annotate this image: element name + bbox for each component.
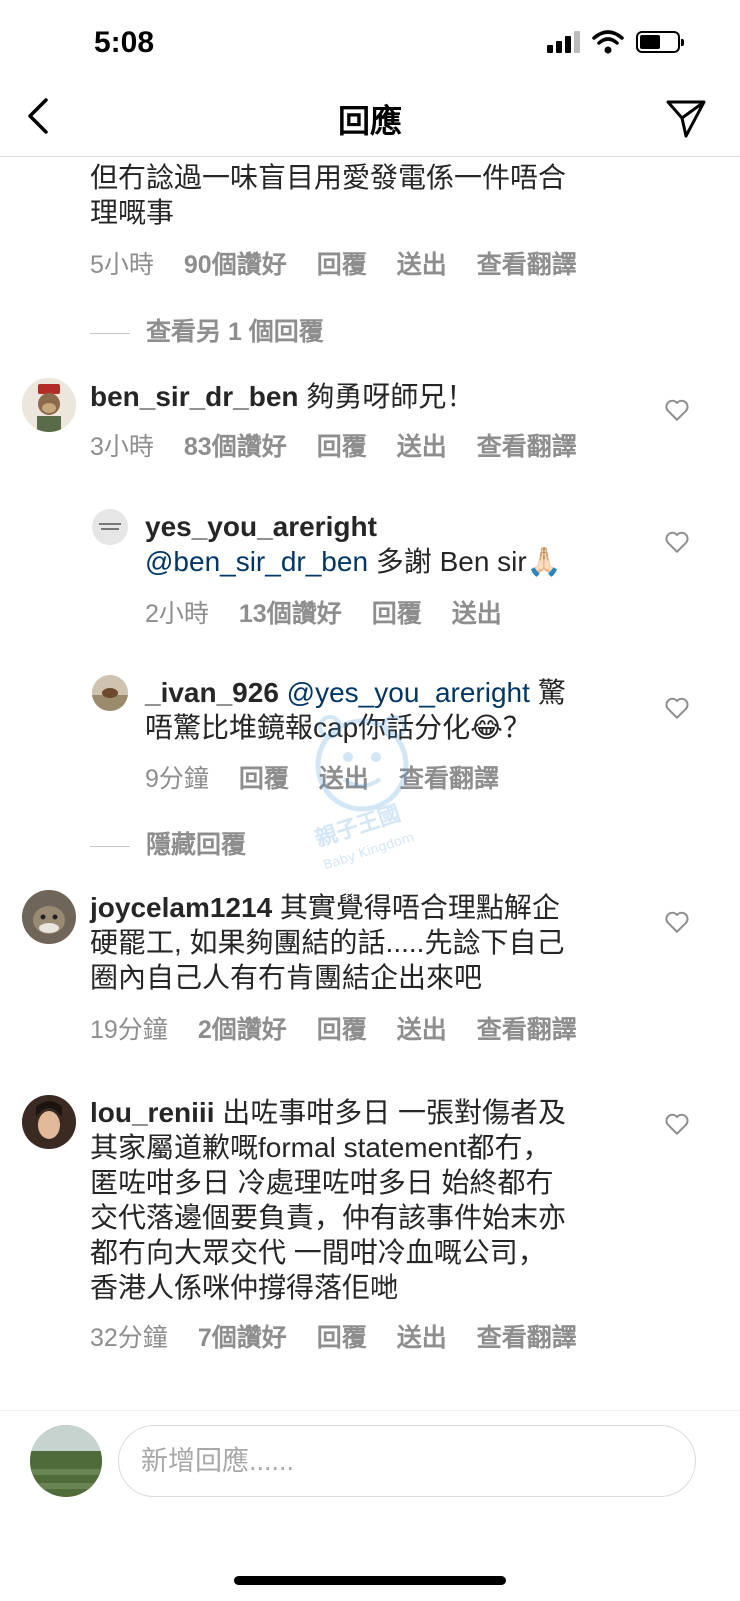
comment-body: 驚 — [537, 677, 566, 708]
reply-button[interactable]: 回覆 — [317, 245, 367, 281]
comment-body: 硬罷工, 如果夠團結的話.....先諗下自己 — [90, 927, 565, 958]
direct-share-icon[interactable] — [664, 96, 708, 140]
likes-count[interactable]: 7個讚好 — [198, 1318, 287, 1354]
like-heart-icon[interactable] — [664, 397, 690, 423]
likes-count[interactable]: 90個讚好 — [184, 245, 287, 281]
comment-body: 其實覺得唔合理點解企 — [279, 892, 560, 923]
see-translation-button[interactable]: 查看翻譯 — [477, 245, 577, 281]
comment-body: 其家屬道歉嘅formal statement都冇， — [90, 1132, 551, 1163]
reply-button[interactable]: 回覆 — [317, 1318, 367, 1354]
like-heart-icon[interactable] — [664, 909, 690, 935]
avatar[interactable] — [22, 1095, 76, 1149]
reply-text: yes_you_areright @ben_sir_dr_ben 多謝 Ben … — [145, 509, 625, 579]
comment-body: 都冇向大眾交代 一間咁冷血嘅公司， — [90, 1237, 546, 1268]
avatar[interactable] — [22, 378, 76, 432]
comment-body: 夠勇呀師兄！ — [306, 381, 475, 412]
cellular-signal-icon — [547, 31, 580, 53]
status-bar: 5:08 — [0, 0, 740, 90]
comment-input[interactable] — [118, 1425, 696, 1497]
avatar[interactable] — [92, 509, 128, 545]
comment-text: ben_sir_dr_ben 夠勇呀師兄！ — [90, 379, 474, 414]
see-translation-button[interactable]: 查看翻譯 — [477, 1010, 577, 1046]
home-indicator — [234, 1576, 506, 1585]
avatar[interactable] — [92, 675, 128, 711]
see-translation-button[interactable]: 查看翻譯 — [477, 427, 577, 463]
comment-text: 但冇諗過一味盲目用愛發電係一件唔合 理嘅事 — [90, 162, 567, 228]
status-time: 5:08 — [94, 26, 155, 59]
view-more-replies-button[interactable]: 查看另 1 個回覆 — [90, 312, 324, 348]
like-heart-icon[interactable] — [664, 695, 690, 721]
comment-text: joycelam1214 其實覺得唔合理點解企 硬罷工, 如果夠團結的話....… — [90, 890, 630, 995]
like-heart-icon[interactable] — [664, 1111, 690, 1137]
comment-username[interactable]: lou_reniii — [90, 1097, 214, 1128]
comment-time: 5小時 — [90, 251, 154, 279]
comment-meta: 3小時 83個讚好 回覆 送出 查看翻譯 — [90, 427, 577, 463]
reply-button[interactable]: 回覆 — [239, 759, 289, 795]
likes-count[interactable]: 13個讚好 — [239, 594, 342, 630]
comment-username[interactable]: _ivan_926 — [145, 677, 279, 708]
avatar[interactable] — [22, 890, 76, 944]
like-heart-icon[interactable] — [664, 529, 690, 555]
watermark-subtitle: Baby Kingdom — [322, 830, 416, 870]
wifi-icon — [592, 30, 624, 54]
send-button[interactable]: 送出 — [397, 427, 447, 463]
send-button[interactable]: 送出 — [397, 245, 447, 281]
hide-replies-button[interactable]: 隱藏回覆 — [90, 825, 246, 861]
comment-body: 圈內自己人有冇肯團結企出來吧 — [90, 962, 483, 993]
send-button[interactable]: 送出 — [452, 594, 502, 630]
reply-button[interactable]: 回覆 — [317, 1010, 367, 1046]
comment-body: 香港人係咪仲撐得落佢哋 — [90, 1272, 399, 1303]
comment-meta: 5小時 90個讚好 回覆 送出 查看翻譯 — [90, 245, 577, 281]
comment-body: 交代落邊個要負責，仲有該事件始末亦 — [90, 1202, 567, 1233]
divider — [90, 845, 130, 847]
comment-meta: 32分鐘 7個讚好 回覆 送出 查看翻譯 — [90, 1318, 577, 1354]
comment-time: 32分鐘 — [90, 1324, 168, 1352]
send-button[interactable]: 送出 — [397, 1318, 447, 1354]
comment-time: 3小時 — [90, 433, 154, 461]
comment-body: 唔驚比堆鏡報cap你話分化😂？ — [145, 712, 531, 743]
mention-link[interactable]: @ben_sir_dr_ben — [145, 546, 368, 577]
comment-time: 19分鐘 — [90, 1016, 168, 1044]
reply-button[interactable]: 回覆 — [372, 594, 422, 630]
comment-time: 2小時 — [145, 600, 209, 628]
current-user-avatar — [30, 1425, 102, 1497]
comment-time: 9分鐘 — [145, 765, 209, 793]
battery-icon — [636, 31, 684, 53]
status-icons — [547, 30, 684, 54]
send-button[interactable]: 送出 — [319, 759, 369, 795]
send-button[interactable]: 送出 — [397, 1010, 447, 1046]
comment-composer — [0, 1410, 740, 1601]
comment-meta: 2小時 13個讚好 回覆 送出 — [145, 594, 502, 630]
comment-text: lou_reniii 出咗事咁多日 一張對傷者及 其家屬道歉嘅formal st… — [90, 1095, 650, 1305]
comment-meta: 19分鐘 2個讚好 回覆 送出 查看翻譯 — [90, 1010, 577, 1046]
see-translation-button[interactable]: 查看翻譯 — [477, 1318, 577, 1354]
page-title: 回應 — [337, 103, 402, 139]
comment-username[interactable]: ben_sir_dr_ben — [90, 381, 299, 412]
comment-body: 出咗事咁多日 一張對傷者及 — [222, 1097, 567, 1128]
divider — [90, 332, 130, 334]
comment-meta: 9分鐘 回覆 送出 查看翻譯 — [145, 759, 499, 795]
comment-username[interactable]: yes_you_areright — [145, 509, 625, 544]
likes-count[interactable]: 83個讚好 — [184, 427, 287, 463]
comment-username[interactable]: joycelam1214 — [90, 892, 272, 923]
reply-text: _ivan_926 @yes_you_areright 驚 唔驚比堆鏡報cap你… — [145, 675, 625, 745]
reply-button[interactable]: 回覆 — [317, 427, 367, 463]
comment-body: 多謝 Ben sir🙏🏻 — [375, 546, 562, 577]
watermark-title: 親子王國 — [312, 801, 403, 852]
comment-body: 匿咗咁多日 冷處理咗咁多日 始終都冇 — [90, 1167, 554, 1198]
likes-count[interactable]: 2個讚好 — [198, 1010, 287, 1046]
mention-link[interactable]: @yes_you_areright — [287, 677, 530, 708]
top-nav-bar: 回應 — [0, 88, 740, 157]
see-translation-button[interactable]: 查看翻譯 — [399, 759, 499, 795]
